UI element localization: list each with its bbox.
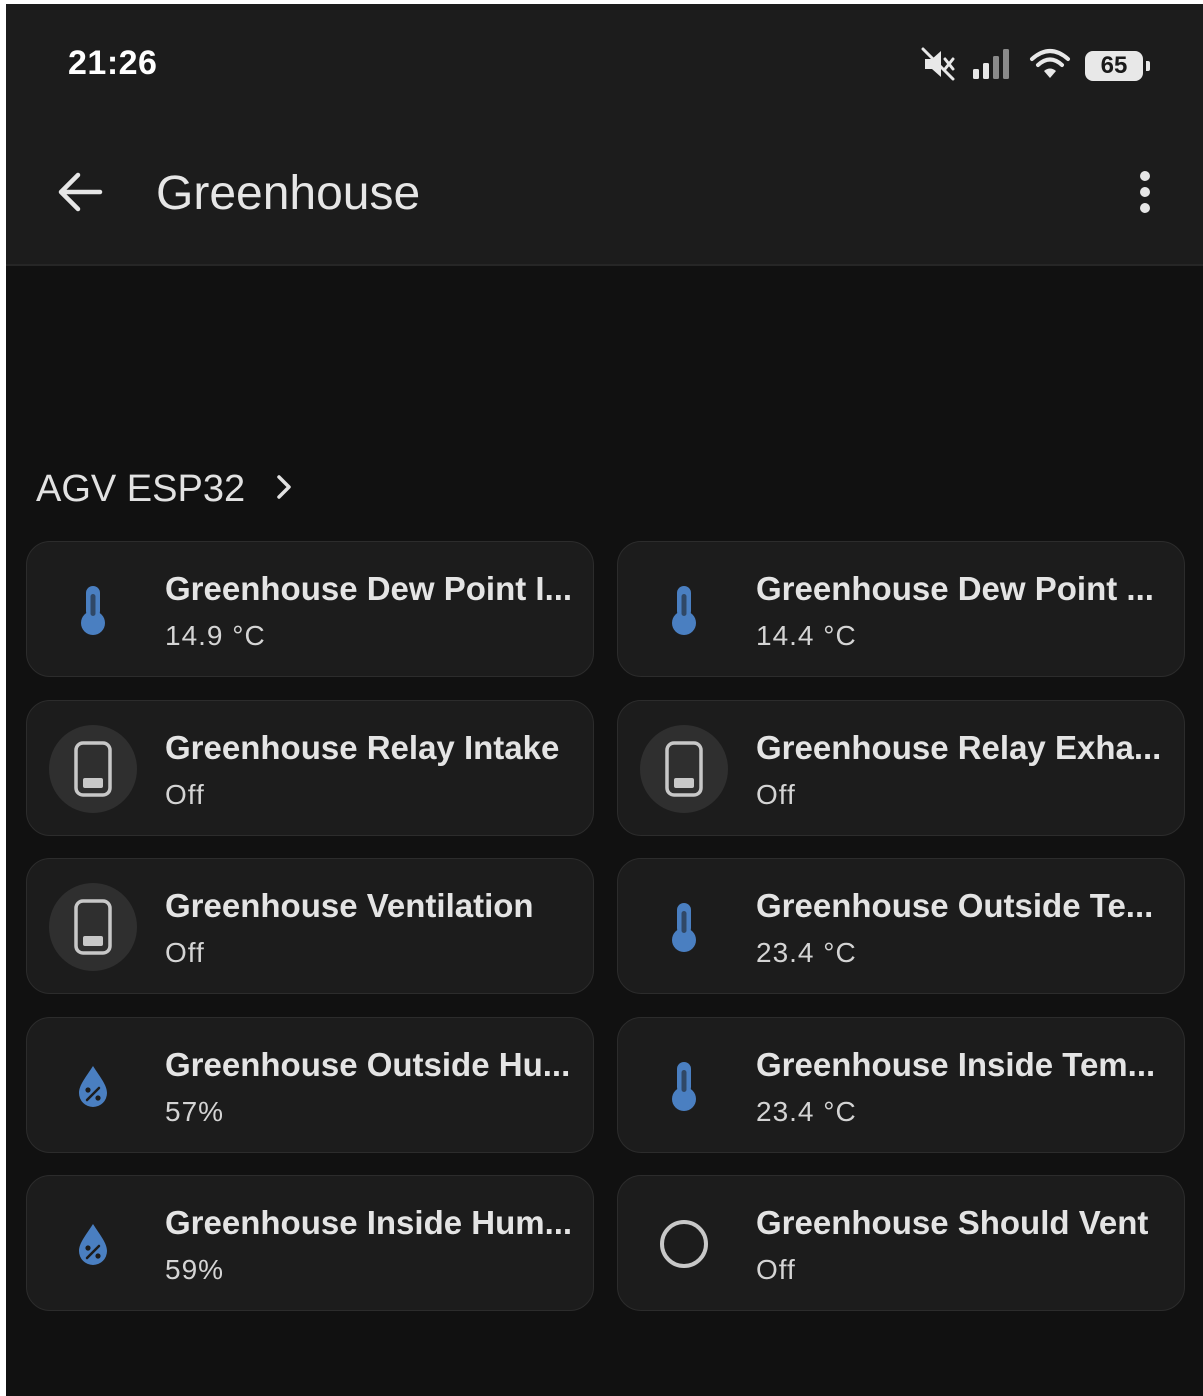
entity-state: Off [756, 778, 796, 810]
thermometer-icon [640, 883, 728, 971]
switch-off-icon[interactable] [49, 883, 137, 971]
entity-name: Greenhouse Outside Te... [756, 887, 1154, 924]
entity-state: Off [165, 937, 205, 968]
entity-card[interactable]: Greenhouse Outside Te... 23.4 °C [617, 858, 1185, 994]
switch-off-icon[interactable] [49, 724, 137, 813]
entity-name: Greenhouse Inside Tem... [756, 1045, 1156, 1083]
app-screen: 21:26 65 Greenhouse AGV ESP32 Greenhouse… [6, 4, 1203, 1396]
entity-state: 57% [165, 1095, 225, 1127]
signal-icon [971, 48, 1015, 84]
entity-name: Greenhouse Outside Hu... [165, 1045, 571, 1083]
page-title: Greenhouse [156, 167, 421, 220]
entity-card[interactable]: Greenhouse Ventilation Off [26, 858, 594, 994]
status-icons: 65 [921, 44, 1150, 88]
entity-card[interactable]: Greenhouse Inside Tem... 23.4 °C [617, 1016, 1185, 1153]
entity-card[interactable]: Greenhouse Dew Point ... 14.4 °C [617, 541, 1185, 677]
chevron-right-icon [275, 468, 293, 511]
thermometer-icon [640, 1042, 728, 1130]
app-header: 21:26 65 Greenhouse [6, 4, 1203, 266]
entity-card[interactable]: Greenhouse Relay Intake Off [26, 699, 594, 836]
entity-name: Greenhouse Ventilation [165, 887, 534, 924]
entity-state: 23.4 °C [756, 1095, 857, 1127]
humidity-icon [49, 1042, 137, 1130]
entity-name: Greenhouse Inside Hum... [165, 1204, 573, 1241]
entity-name: Greenhouse Relay Intake [165, 728, 560, 766]
battery-icon: 65 [1085, 51, 1150, 81]
entity-name: Greenhouse Dew Point I... [165, 570, 573, 607]
section-title: AGV ESP32 [36, 467, 246, 510]
battery-level: 65 [1100, 52, 1128, 79]
device-section-link[interactable]: AGV ESP32 [36, 464, 293, 514]
entity-state: 14.4 °C [756, 620, 857, 651]
entity-state: 59% [165, 1254, 225, 1285]
circle-outline-icon [640, 1200, 728, 1288]
humidity-icon [49, 1200, 137, 1288]
entity-state: Off [756, 1254, 796, 1285]
arrow-left-icon [56, 170, 104, 219]
entity-state: 14.9 °C [165, 620, 266, 651]
entity-name: Greenhouse Should Vent [756, 1204, 1149, 1241]
entity-card[interactable]: Greenhouse Dew Point I... 14.9 °C [26, 541, 594, 677]
entity-card[interactable]: Greenhouse Inside Hum... 59% [26, 1175, 594, 1311]
mute-icon [921, 47, 957, 86]
switch-off-icon[interactable] [640, 724, 728, 813]
more-vertical-icon [1139, 170, 1151, 219]
entity-name: Greenhouse Relay Exha... [756, 728, 1162, 766]
entity-card[interactable]: Greenhouse Relay Exha... Off [617, 699, 1185, 836]
entity-name: Greenhouse Dew Point ... [756, 570, 1154, 607]
entity-state: 23.4 °C [756, 937, 857, 968]
thermometer-icon [640, 566, 728, 654]
wifi-icon [1029, 48, 1071, 85]
entity-state: Off [165, 778, 205, 810]
thermometer-icon [49, 566, 137, 654]
status-time: 21:26 [68, 44, 158, 82]
back-button[interactable] [50, 164, 110, 224]
entity-card[interactable]: Greenhouse Outside Hu... 57% [26, 1016, 594, 1153]
more-options-button[interactable] [1125, 164, 1165, 224]
entity-card[interactable]: Greenhouse Should Vent Off [617, 1175, 1185, 1311]
